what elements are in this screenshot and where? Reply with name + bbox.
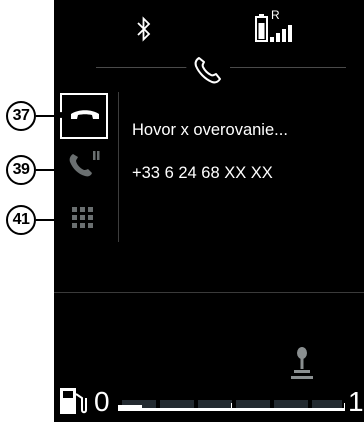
gauge-segment (312, 400, 342, 408)
keypad-button[interactable] (62, 196, 106, 240)
call-hold-button[interactable] (62, 144, 106, 184)
callout-41-dot (58, 216, 64, 222)
fuel-level-marker (118, 405, 142, 409)
call-phone-number: +33 6 24 68 XX XX (132, 164, 273, 182)
gauge-segment (274, 400, 308, 408)
header-divider-left (96, 67, 188, 68)
header-divider-right (230, 67, 346, 68)
call-hold-icon (69, 151, 100, 177)
callout-37-dot (58, 112, 64, 118)
fuel-gauge-max: 1 (348, 386, 364, 417)
hang-up-icon (71, 110, 99, 119)
gear-shift-icon (291, 347, 313, 379)
callout-41: 41 (6, 205, 36, 235)
callout-37: 37 (6, 101, 36, 131)
gauge-tick (231, 403, 232, 411)
gauge-segment (198, 400, 232, 408)
content-divider (54, 292, 364, 293)
fuel-gauge-min: 0 (94, 386, 110, 417)
gauge-segment (236, 400, 270, 408)
hang-up-button[interactable] (60, 93, 108, 139)
roaming-indicator: R (271, 8, 280, 22)
call-status-text: Hovor x overovanie... (132, 121, 288, 139)
controls-separator (118, 92, 119, 242)
callout-39: 39 (6, 155, 36, 185)
fuel-pump-icon (60, 388, 87, 414)
signal-bars-icon (270, 25, 292, 42)
bluetooth-icon (137, 16, 151, 42)
keypad-icon (72, 207, 93, 228)
phone-handset-icon (194, 57, 221, 84)
gauge-tick (344, 403, 345, 411)
callout-39-dot (58, 166, 64, 172)
gauge-segment (160, 400, 194, 408)
